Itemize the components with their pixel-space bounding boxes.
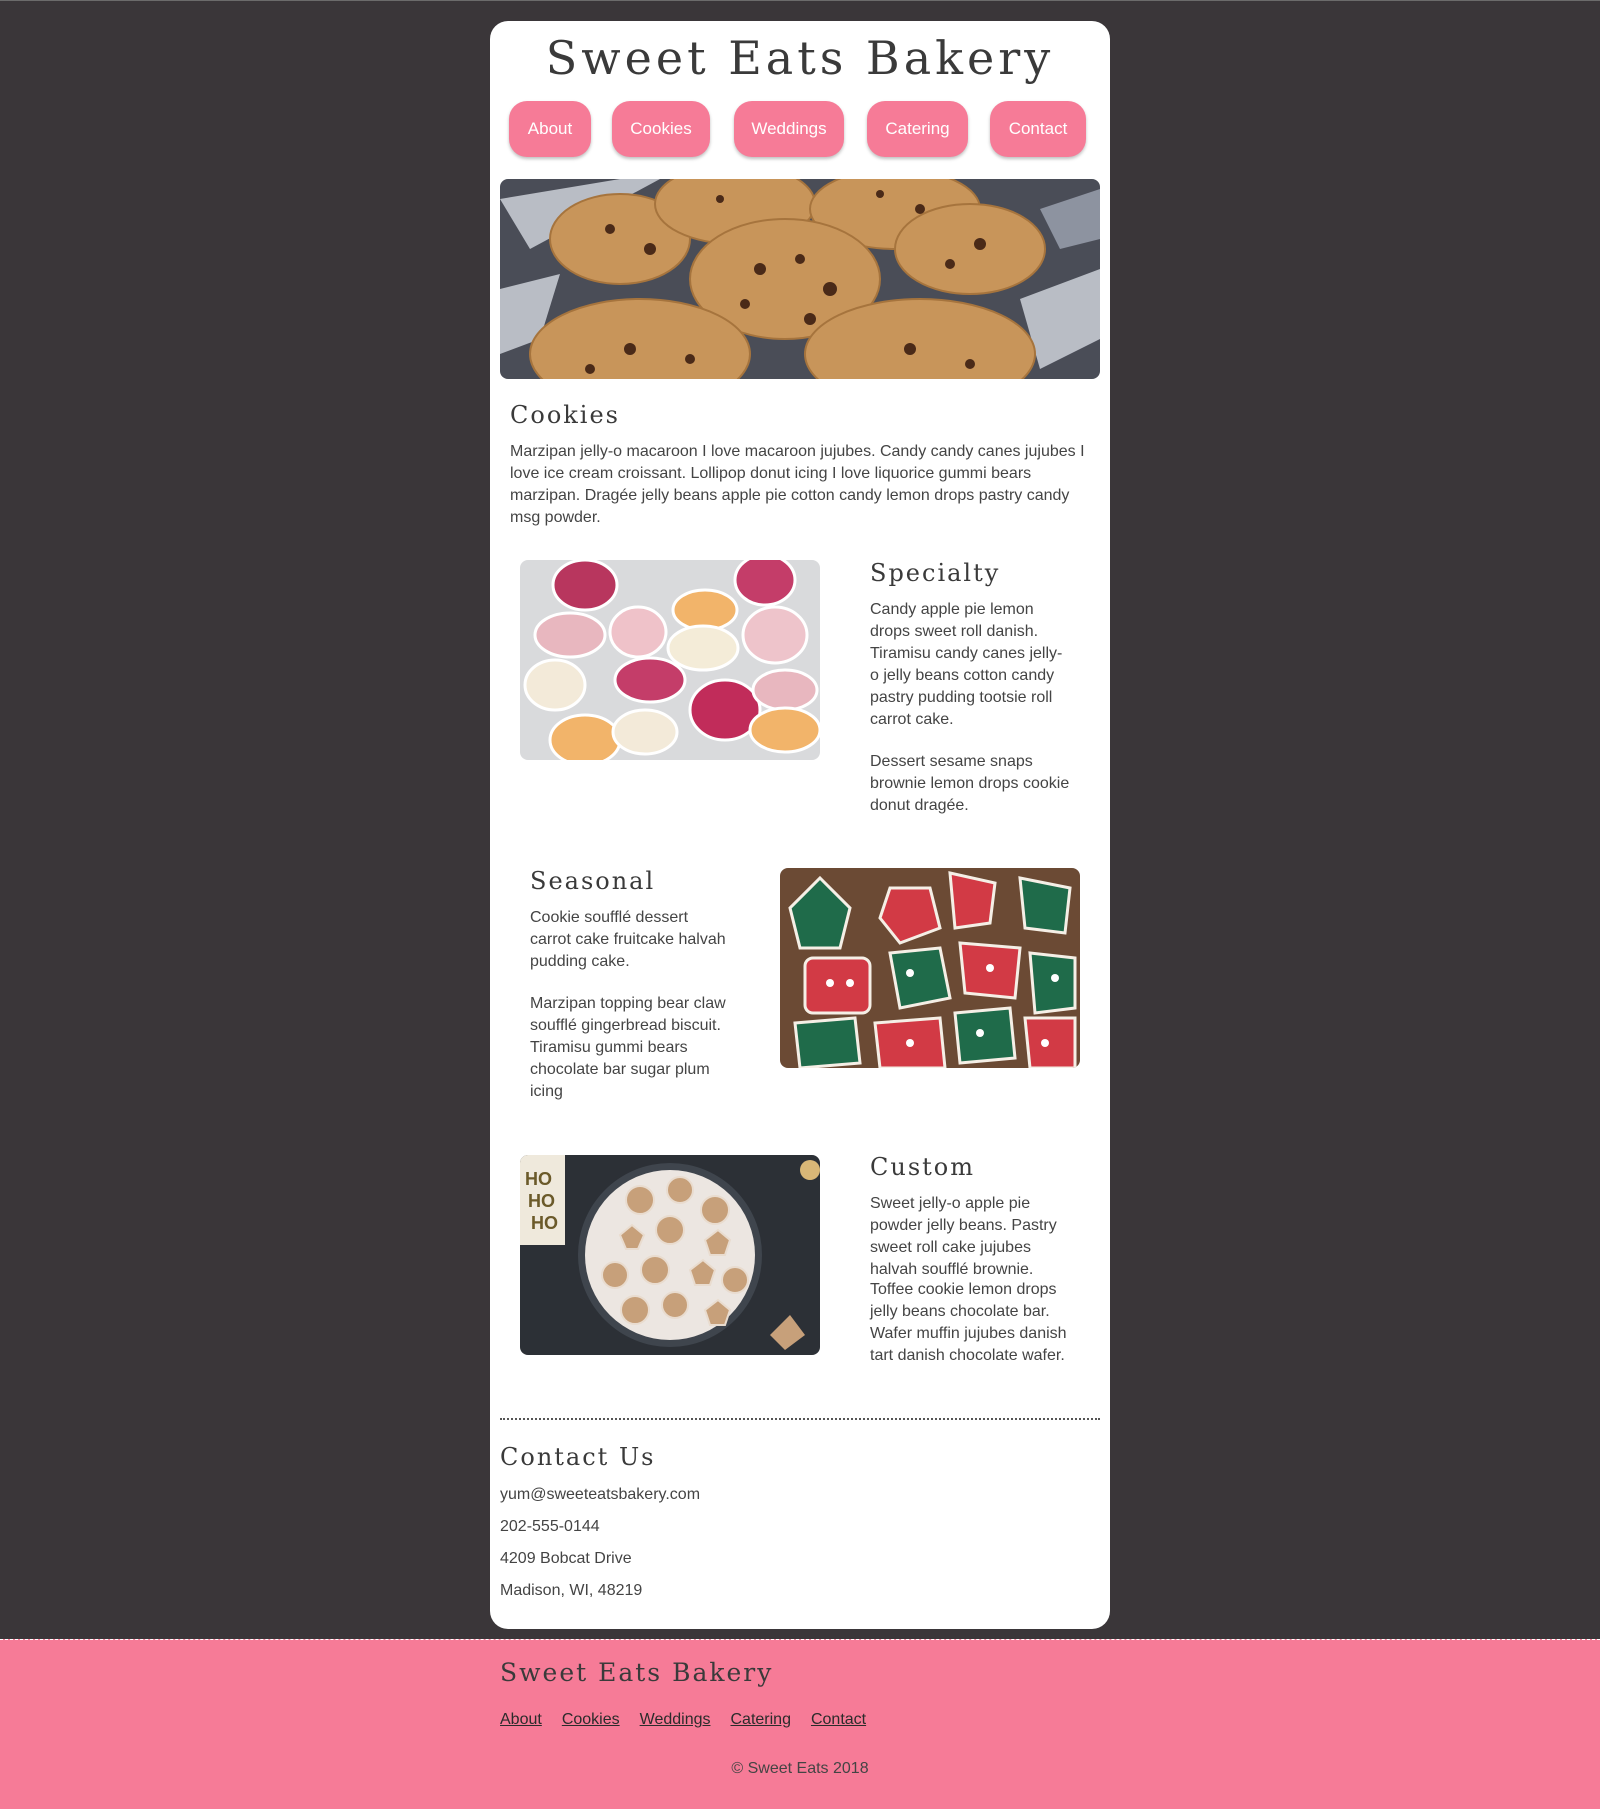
- nav-contact-button[interactable]: Contact: [990, 101, 1086, 157]
- contact-divider: [500, 1418, 1100, 1420]
- footer-title: Sweet Eats Bakery: [500, 1658, 774, 1687]
- nav-catering-button[interactable]: Catering: [867, 101, 968, 157]
- seasonal-christmas-cookies-image: [780, 868, 1080, 1068]
- footer-link-catering[interactable]: Catering: [730, 1711, 790, 1729]
- seasonal-heading: Seasonal: [530, 867, 656, 895]
- seasonal-text-1: Cookie soufflé dessert carrot cake fruit…: [530, 909, 726, 970]
- footer-link-cookies[interactable]: Cookies: [562, 1711, 620, 1729]
- specialty-heading: Specialty: [870, 559, 1001, 587]
- svg-text:HO: HO: [528, 1191, 555, 1211]
- footer-link-about[interactable]: About: [500, 1711, 542, 1729]
- nav-about-button[interactable]: About: [509, 101, 591, 157]
- custom-text-1: Sweet jelly-o apple pie powder jelly bea…: [870, 1195, 1057, 1278]
- seasonal-text-2: Marzipan topping bear claw soufflé ginge…: [530, 995, 726, 1100]
- main-nav: About Cookies Weddings Catering Contact: [490, 101, 1110, 159]
- site-title: Sweet Eats Bakery: [545, 31, 1055, 85]
- contact-street: 4209 Bobcat Drive: [500, 1550, 632, 1567]
- contact-phone[interactable]: 202-555-0144: [500, 1518, 600, 1536]
- specialty-text-2: Dessert sesame snaps brownie lemon drops…: [870, 753, 1070, 814]
- custom-text-2: Toffee cookie lemon drops jelly beans ch…: [870, 1281, 1067, 1364]
- cookies-heading: Cookies: [510, 401, 620, 429]
- hero-cookies-image: [500, 179, 1100, 379]
- main-card: Sweet Eats Bakery About Cookies Weddings…: [490, 21, 1110, 1629]
- contact-email[interactable]: yum@sweeteatsbakery.com: [500, 1486, 700, 1504]
- nav-cookies-button[interactable]: Cookies: [612, 101, 710, 157]
- nav-weddings-button[interactable]: Weddings: [734, 101, 844, 157]
- top-border: [0, 0, 1600, 1]
- contact-city: Madison, WI, 48219: [500, 1582, 643, 1599]
- site-footer: Sweet Eats Bakery About Cookies Weddings…: [0, 1639, 1600, 1809]
- cookies-intro-text: Marzipan jelly-o macaroon I love macaroo…: [510, 443, 1085, 526]
- specialty-text-1: Candy apple pie lemon drops sweet roll d…: [870, 601, 1063, 728]
- svg-text:HO: HO: [525, 1169, 552, 1189]
- footer-nav: About Cookies Weddings Catering Contact: [500, 1711, 866, 1729]
- svg-text:HO: HO: [531, 1213, 558, 1233]
- contact-heading: Contact Us: [500, 1443, 656, 1471]
- footer-link-weddings[interactable]: Weddings: [640, 1711, 711, 1729]
- specialty-macarons-image: [520, 560, 820, 760]
- custom-cookie-plate-image: HO HO HO: [520, 1155, 820, 1355]
- custom-heading: Custom: [870, 1153, 975, 1181]
- copyright-text: © Sweet Eats 2018: [731, 1760, 869, 1777]
- footer-link-contact[interactable]: Contact: [811, 1711, 866, 1729]
